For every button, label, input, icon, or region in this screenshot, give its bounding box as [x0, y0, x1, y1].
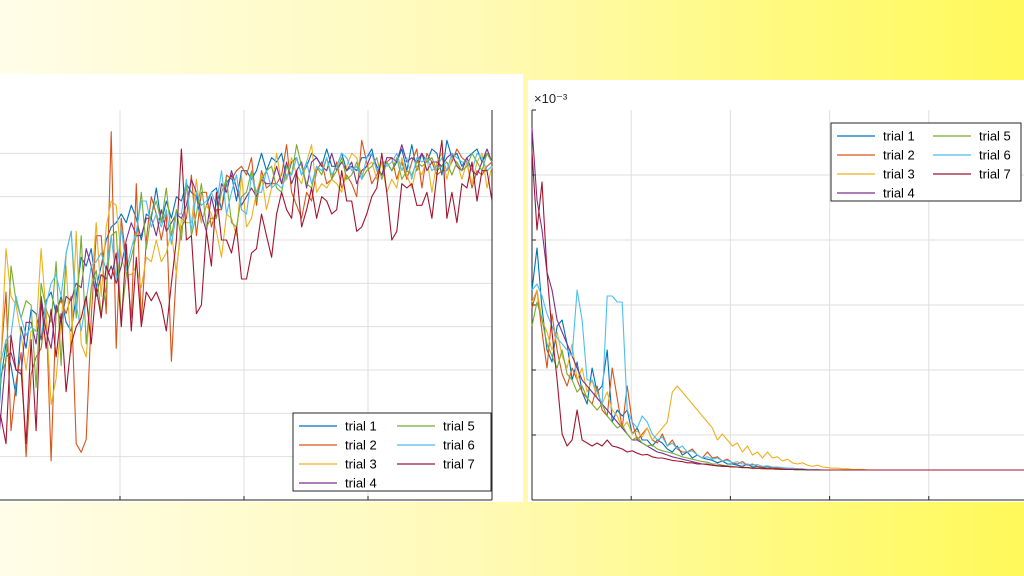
legend-label-2: trial 2: [883, 148, 915, 163]
legend-label-5: trial 5: [443, 419, 475, 434]
legend-label-4: trial 4: [883, 186, 915, 201]
legend-label-7: trial 7: [979, 167, 1011, 182]
left-line-chart: trial 1 trial 2 trial 3 trial 4 trial 5 trial…: [0, 110, 493, 501]
legend-label-7: trial 7: [443, 457, 475, 472]
series-line-1: [531, 247, 1024, 471]
right-line-chart: ×10⁻³ trial 1 trial 2 trial 3 trial 4 trial 5…: [531, 91, 1024, 501]
legend-label-1: trial 1: [883, 129, 915, 144]
legend: trial 1 trial 2 trial 3 trial 4 trial 5 trial…: [292, 412, 492, 492]
legend-label-2: trial 2: [345, 438, 377, 453]
legend-label-3: trial 3: [883, 167, 915, 182]
legend: trial 1 trial 2 trial 3 trial 4 trial 5 trial…: [830, 122, 1022, 202]
legend-label-6: trial 6: [979, 148, 1011, 163]
legend-label-1: trial 1: [345, 419, 377, 434]
legend-label-3: trial 3: [345, 457, 377, 472]
legend-label-4: trial 4: [345, 476, 377, 491]
right-chart-panel: ×10⁻³ trial 1 trial 2 trial 3 trial 4 trial 5…: [528, 80, 1024, 502]
left-chart-panel: trial 1 trial 2 trial 3 trial 4 trial 5 trial…: [0, 74, 523, 502]
legend-label-5: trial 5: [979, 129, 1011, 144]
y-exponent-label: ×10⁻³: [534, 91, 568, 106]
legend-label-6: trial 6: [443, 438, 475, 453]
